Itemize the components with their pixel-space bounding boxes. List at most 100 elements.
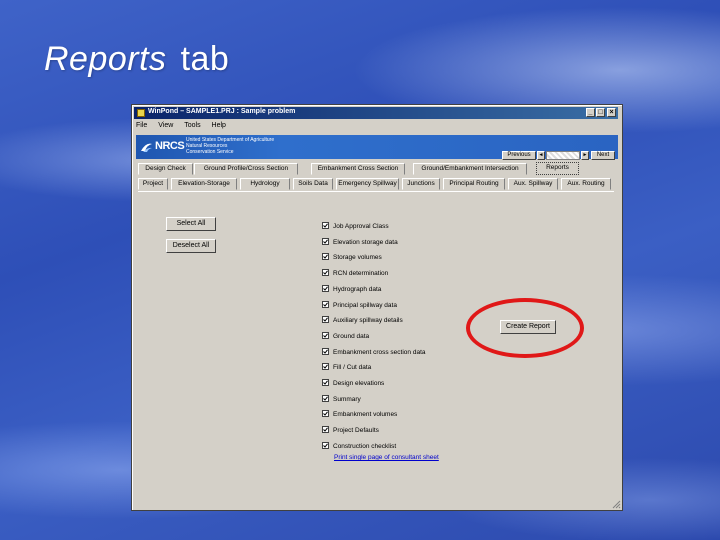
slide-title: Reports tab (44, 40, 229, 79)
report-option-row[interactable]: Ground data (322, 331, 370, 343)
menu-help[interactable]: Help (212, 122, 226, 129)
report-option-checkbox[interactable] (322, 316, 329, 324)
menu-tools[interactable]: Tools (184, 122, 200, 129)
close-button[interactable]: × (607, 108, 616, 117)
report-option-row[interactable]: Summary (322, 394, 361, 406)
next-button[interactable]: Next (591, 151, 615, 160)
previous-button[interactable]: Previous (502, 151, 536, 160)
report-option-row[interactable]: Job Approval Class (322, 222, 389, 233)
tab-soils-data[interactable]: Soils Data (293, 178, 333, 190)
slide-title-italic: Reports (44, 40, 167, 78)
report-option-row[interactable]: Design elevations (322, 379, 385, 390)
report-option-label: Ground data (333, 333, 370, 341)
highlight-ellipse (466, 298, 584, 358)
nrcs-logo-text: NRCS (155, 140, 185, 152)
window-title: WinPond – SAMPLE1.PRJ : Sample problem (148, 108, 296, 115)
checkmark-icon (323, 380, 328, 385)
tab-reports[interactable]: Reports (536, 162, 579, 175)
checkmark-icon (323, 301, 328, 307)
next-arrow-button[interactable]: ► (581, 151, 589, 160)
tab-junctions[interactable]: Junctions (402, 178, 440, 190)
resize-grip-icon[interactable] (612, 500, 621, 509)
report-option-checkbox[interactable] (322, 269, 329, 277)
nrcs-logo-icon (141, 143, 152, 152)
tab-emergency-spillway[interactable]: Emergency Spillway (336, 178, 399, 190)
tab-elevation-storage[interactable]: Elevation-Storage (171, 178, 237, 190)
checkmark-icon (323, 239, 328, 244)
checkmark-icon (323, 223, 328, 228)
report-option-checkbox[interactable] (322, 222, 329, 229)
tab-embankment-cross-section[interactable]: Embankment Cross Section (311, 163, 405, 175)
report-option-label: Job Approval Class (333, 223, 389, 231)
report-option-row[interactable]: Hydrograph data (322, 284, 382, 296)
app-icon (137, 109, 145, 117)
report-option-label: RCN determination (333, 270, 389, 278)
report-option-checkbox[interactable] (322, 331, 329, 339)
checkmark-icon (323, 286, 328, 291)
previous-arrow-button[interactable]: ◄ (537, 151, 545, 160)
report-option-checkbox[interactable] (322, 441, 329, 449)
report-option-checkbox[interactable] (322, 394, 329, 402)
print-consultant-sheet-link[interactable]: Print single page of consultant sheet (334, 454, 439, 461)
menu-file[interactable]: File (136, 122, 147, 129)
report-option-label: Design elevations (333, 380, 385, 388)
report-option-checkbox[interactable] (322, 284, 329, 292)
checkmark-icon (323, 396, 328, 401)
menu-view[interactable]: View (158, 122, 173, 129)
report-option-row[interactable]: RCN determination (322, 269, 389, 280)
title-bar: WinPond – SAMPLE1.PRJ : Sample problem _… (134, 107, 618, 119)
checkmark-icon (323, 411, 328, 417)
report-option-label: Auxiliary spillway details (333, 317, 403, 325)
slide-title-rest: tab (180, 40, 230, 78)
report-option-row[interactable]: Elevation storage data (322, 237, 398, 249)
report-option-checkbox[interactable] (322, 410, 329, 418)
report-option-checkbox[interactable] (322, 253, 329, 261)
report-option-row[interactable]: Principal spillway data (322, 300, 397, 312)
maximize-button[interactable]: □ (596, 108, 605, 117)
report-option-row[interactable]: Construction checklist (322, 441, 396, 453)
tab-ground-embankment-intersection[interactable]: Ground/Embankment Intersection (413, 163, 527, 175)
tab-project[interactable]: Project (138, 178, 168, 190)
checkmark-icon (323, 317, 328, 322)
navigation-position-field[interactable] (546, 151, 580, 160)
tab-principal-routing[interactable]: Principal Routing (443, 178, 505, 190)
report-option-label: Storage volumes (333, 254, 382, 262)
select-all-button[interactable]: Select All (166, 217, 216, 231)
tab-aux-spillway[interactable]: Aux. Spillway (508, 178, 558, 190)
report-option-checkbox[interactable] (322, 300, 329, 308)
report-option-checkbox[interactable] (322, 347, 329, 355)
report-option-row[interactable]: Auxiliary spillway details (322, 316, 403, 327)
tab-hydrology[interactable]: Hydrology (240, 178, 290, 190)
report-option-row[interactable]: Fill / Cut data (322, 363, 371, 374)
checkmark-icon (323, 349, 328, 354)
tab-aux-routing[interactable]: Aux. Routing (561, 178, 611, 190)
report-option-checkbox[interactable] (322, 426, 329, 434)
tab-ground-profile-cross-section[interactable]: Ground Profile/Cross Section (194, 163, 298, 175)
agency-name: United States Department of Agriculture … (186, 137, 274, 155)
checkmark-icon (323, 270, 328, 275)
checkmark-icon (323, 333, 328, 338)
minimize-button[interactable]: _ (586, 108, 595, 117)
report-option-checkbox[interactable] (322, 379, 329, 386)
report-option-label: Project Defaults (333, 427, 379, 435)
report-option-checkbox[interactable] (322, 363, 329, 371)
report-option-row[interactable]: Embankment volumes (322, 410, 397, 421)
checkmark-icon (323, 443, 328, 448)
report-option-label: Embankment cross section data (333, 348, 426, 356)
menu-bar: File View Tools Help (136, 122, 235, 132)
report-option-row[interactable]: Storage volumes (322, 253, 382, 264)
report-option-row[interactable]: Embankment cross section data (322, 347, 426, 359)
report-option-label: Principal spillway data (333, 301, 397, 309)
report-option-row[interactable]: Project Defaults (322, 426, 379, 437)
checkmark-icon (323, 364, 328, 370)
checkmark-icon (323, 254, 328, 260)
checkmark-icon (323, 427, 328, 432)
sub-tabs: Project Elevation-Storage Hydrology Soil… (138, 178, 614, 190)
report-option-label: Summary (333, 395, 361, 403)
report-option-label: Hydrograph data (333, 286, 382, 294)
agency-line-3: Conservation Service (186, 149, 234, 155)
report-option-checkbox[interactable] (322, 237, 329, 245)
deselect-all-button[interactable]: Deselect All (166, 239, 216, 253)
main-tabs: Design Check Ground Profile/Cross Sectio… (138, 162, 614, 175)
tab-design-check[interactable]: Design Check (138, 163, 193, 175)
